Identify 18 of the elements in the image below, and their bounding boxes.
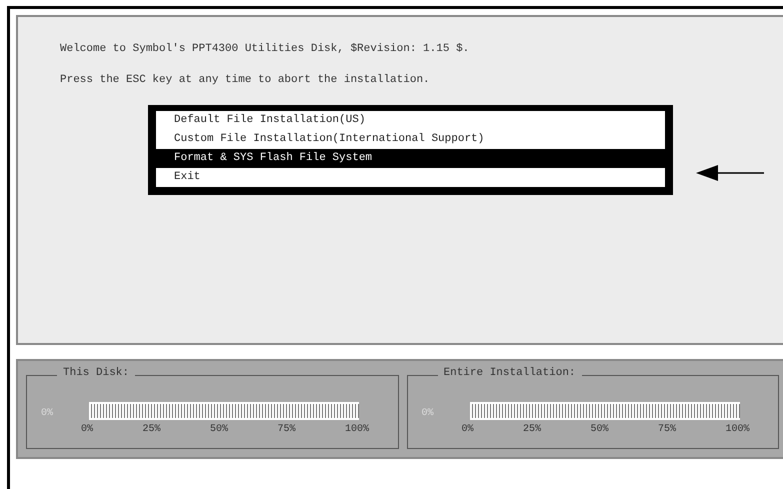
scale-label: 25% [142,424,161,435]
scale-label: 75% [277,424,296,435]
menu-item[interactable]: Exit [156,168,665,187]
arrow-icon [696,163,764,183]
group-title: Entire Installation: [438,367,582,379]
scale-label: 100% [344,424,369,435]
scale-label: 75% [658,424,676,435]
scale-label: 25% [523,424,542,435]
menu-item[interactable]: Default File Installation(US) [156,111,665,130]
message-text: Welcome to Symbol's PPT4300 Utilities Disk, $Revision: 1.15 $. [60,43,470,55]
menu-item[interactable]: Custom File Installation(International Support) [156,130,665,149]
scale-label: 100% [725,424,750,435]
group-title: This Disk: [57,367,136,379]
scale-label: 0% [81,424,94,435]
message-text: Press the ESC key at any time to abort the installation. [60,74,431,86]
scale-label: 0% [462,424,474,435]
scale-label: 50% [590,424,608,435]
scale-label: 50% [210,424,228,435]
